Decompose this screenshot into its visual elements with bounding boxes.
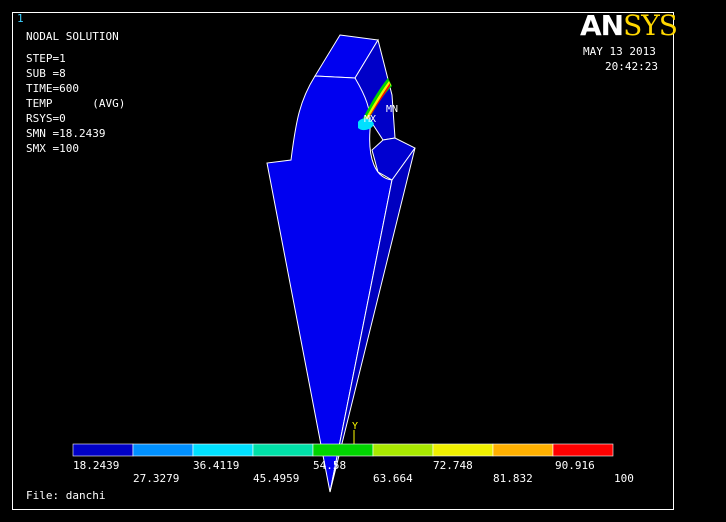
legend-label-9: 90.916	[555, 459, 595, 472]
fe-model-view: Y MN MX	[72, 34, 614, 493]
legend-label-2: 27.3279	[133, 472, 180, 485]
legend-label-6: 63.664	[373, 472, 413, 485]
legend-label-8: 81.832	[493, 472, 533, 485]
legend-swatch-5	[312, 443, 374, 457]
legend-swatch-7	[432, 443, 494, 457]
legend-label-7: 72.748	[433, 459, 473, 472]
min-marker: MN	[386, 104, 398, 115]
max-marker: MX	[364, 114, 376, 125]
legend-label-10: 100	[614, 472, 634, 485]
legend-swatch-9	[552, 443, 614, 457]
legend-label-5: 54.58	[313, 459, 347, 472]
contour-legend-bar	[72, 443, 614, 457]
legend-swatch-3	[192, 443, 254, 457]
legend-swatch-8	[492, 443, 554, 457]
legend-label-4: 45.4959	[253, 472, 300, 485]
legend-label-3: 36.4119	[193, 459, 240, 472]
file-name-label: File: danchi	[26, 489, 106, 502]
axis-y-label: Y	[352, 421, 358, 432]
legend-swatch-6	[372, 443, 434, 457]
legend-label-1: 18.2439	[73, 459, 120, 472]
legend-swatch-4	[252, 443, 314, 457]
legend-swatch-1	[72, 443, 134, 457]
legend-swatch-2	[132, 443, 194, 457]
